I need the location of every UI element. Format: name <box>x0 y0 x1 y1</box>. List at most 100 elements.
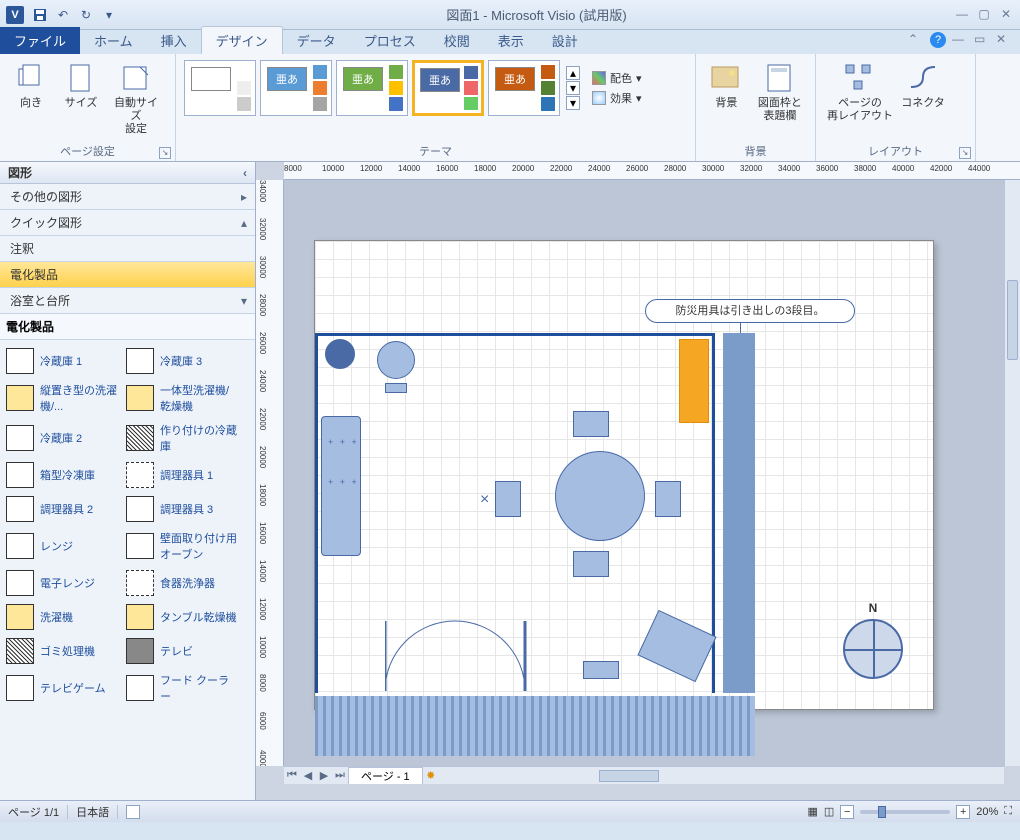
shape-item[interactable]: 洗濯機 <box>2 600 122 634</box>
save-button[interactable] <box>30 5 50 25</box>
theme-scroll-up[interactable]: ▴ <box>566 66 580 80</box>
page-prev[interactable]: ◀ <box>300 769 316 782</box>
quick-shapes[interactable]: クイック図形▴ <box>0 210 255 236</box>
theme-swatch-0[interactable] <box>184 60 256 116</box>
shape-item[interactable]: ゴミ処理機 <box>2 634 122 668</box>
layout-launcher[interactable]: ↘ <box>959 147 971 159</box>
page-first[interactable]: ⏮ <box>284 769 300 782</box>
ribbon-minimize-icon[interactable]: ⌃ <box>908 32 924 48</box>
vscroll-thumb[interactable] <box>1007 280 1018 360</box>
colors-button[interactable]: 配色 ▾ <box>590 68 644 88</box>
connectors-button[interactable]: コネクタ <box>898 58 948 128</box>
redo-button[interactable]: ↻ <box>76 5 96 25</box>
tab-view[interactable]: 表示 <box>484 27 538 54</box>
vertical-scrollbar[interactable] <box>1004 180 1020 766</box>
shape-round-table[interactable] <box>555 451 645 541</box>
zoom-slider[interactable] <box>860 810 950 814</box>
shape-item[interactable]: 壁面取り付け用オーブン <box>122 526 242 566</box>
shape-item[interactable]: 食器洗浄器 <box>122 566 242 600</box>
shape-sofa[interactable] <box>321 416 361 556</box>
shape-item[interactable]: 冷蔵庫 2 <box>2 418 122 458</box>
page-next[interactable]: ▶ <box>316 769 332 782</box>
shape-item[interactable]: タンブル乾燥機 <box>122 600 242 634</box>
shape-chair-left[interactable] <box>495 481 521 517</box>
shape-item[interactable]: テレビ <box>122 634 242 668</box>
mdi-restore-icon[interactable]: ▭ <box>974 32 990 48</box>
orientation-button[interactable]: 向き <box>6 58 56 141</box>
theme-swatch-1[interactable]: 亜あ <box>260 60 332 116</box>
shape-item[interactable]: フード クーラー <box>122 668 242 708</box>
shape-double-door[interactable] <box>385 611 535 691</box>
callout-shape[interactable]: 防災用具は引き出しの3段目。 <box>645 299 855 323</box>
shape-item[interactable]: 作り付けの冷蔵庫 <box>122 418 242 458</box>
shape-item[interactable]: 調理器具 2 <box>2 492 122 526</box>
theme-swatch-2[interactable]: 亜あ <box>336 60 408 116</box>
shape-x-mark[interactable]: × <box>480 491 489 509</box>
compass[interactable]: N <box>843 619 903 679</box>
tab-plan[interactable]: 設計 <box>538 27 592 54</box>
shape-item[interactable]: レンジ <box>2 526 122 566</box>
zoom-in-button[interactable]: + <box>956 805 970 819</box>
theme-swatch-3[interactable]: 亜あ <box>412 60 484 116</box>
effects-button[interactable]: 効果 ▾ <box>590 88 644 108</box>
shape-item[interactable]: 一体型洗濯機/乾燥機 <box>122 378 242 418</box>
stencil-annotations[interactable]: 注釈 <box>0 236 255 262</box>
undo-button[interactable]: ↶ <box>53 5 73 25</box>
tab-design[interactable]: デザイン <box>201 26 283 54</box>
tab-home[interactable]: ホーム <box>80 27 147 54</box>
shape-chair-top[interactable] <box>573 411 609 437</box>
shape-item[interactable]: 電子レンジ <box>2 566 122 600</box>
borders-titles-button[interactable]: 図面枠と 表題欄 <box>751 58 809 128</box>
more-shapes[interactable]: その他の図形▸ <box>0 184 255 210</box>
zoom-level[interactable]: 20% <box>976 806 998 818</box>
shape-item[interactable]: 冷蔵庫 3 <box>122 344 242 378</box>
stencil-bath-kitchen[interactable]: 浴室と台所▾ <box>0 288 255 314</box>
drawing-page[interactable]: 防災用具は引き出しの3段目。 × <box>314 240 934 710</box>
theme-gallery-expand[interactable]: ▾ <box>566 96 580 110</box>
shape-item[interactable]: 箱型冷凍庫 <box>2 458 122 492</box>
shape-small-rect[interactable] <box>385 383 407 393</box>
maximize-button[interactable]: ▢ <box>976 7 992 23</box>
page-last[interactable]: ⏭ <box>332 769 348 782</box>
fit-page-icon[interactable]: ▦ <box>807 805 817 818</box>
zoom-out-button[interactable]: − <box>840 805 854 819</box>
minimize-button[interactable]: — <box>954 7 970 23</box>
shape-spiky-circle[interactable] <box>325 339 355 369</box>
shape-rug[interactable] <box>315 696 755 756</box>
qat-customize[interactable]: ▾ <box>99 5 119 25</box>
shape-chair-right[interactable] <box>655 481 681 517</box>
hscroll-thumb[interactable] <box>599 770 659 782</box>
background-button[interactable]: 背景 <box>702 58 751 128</box>
stencil-electrical[interactable]: 電化製品 <box>0 262 255 288</box>
shape-orange-cabinet[interactable] <box>679 339 709 423</box>
shape-small-table[interactable] <box>583 661 619 679</box>
fit-width-icon[interactable]: ◫ <box>824 805 834 818</box>
tab-process[interactable]: プロセス <box>350 27 430 54</box>
shape-round-chair[interactable] <box>377 341 415 379</box>
shape-item[interactable]: 調理器具 3 <box>122 492 242 526</box>
shape-chair-bottom[interactable] <box>573 551 609 577</box>
shape-item[interactable]: 冷蔵庫 1 <box>2 344 122 378</box>
pagesetup-launcher[interactable]: ↘ <box>159 147 171 159</box>
theme-scroll-down[interactable]: ▾ <box>566 81 580 95</box>
tab-insert[interactable]: 挿入 <box>147 27 201 54</box>
help-icon[interactable]: ? <box>930 32 946 48</box>
mdi-close-icon[interactable]: ✕ <box>996 32 1012 48</box>
mdi-minimize-icon[interactable]: — <box>952 32 968 48</box>
collapse-panel-icon[interactable]: ‹ <box>243 166 247 180</box>
tab-data[interactable]: データ <box>283 27 350 54</box>
tab-review[interactable]: 校閲 <box>430 27 484 54</box>
size-button[interactable]: サイズ <box>56 58 106 141</box>
horizontal-scrollbar[interactable] <box>459 770 1004 782</box>
close-button[interactable]: ✕ <box>998 7 1014 23</box>
relayout-button[interactable]: ページの 再レイアウト <box>822 58 898 128</box>
full-screen-icon[interactable]: ⛶ <box>1004 805 1012 818</box>
shape-item[interactable]: テレビゲーム <box>2 668 122 708</box>
autosize-button[interactable]: 自動サイズ 設定 <box>106 58 166 141</box>
page-tab-1[interactable]: ページ - 1 <box>348 767 423 784</box>
shape-item[interactable]: 縦置き型の洗濯機/... <box>2 378 122 418</box>
tab-file[interactable]: ファイル <box>0 27 80 54</box>
shape-item[interactable]: 調理器具 1 <box>122 458 242 492</box>
zoom-slider-thumb[interactable] <box>878 806 886 818</box>
canvas[interactable]: 防災用具は引き出しの3段目。 × <box>284 180 1004 766</box>
